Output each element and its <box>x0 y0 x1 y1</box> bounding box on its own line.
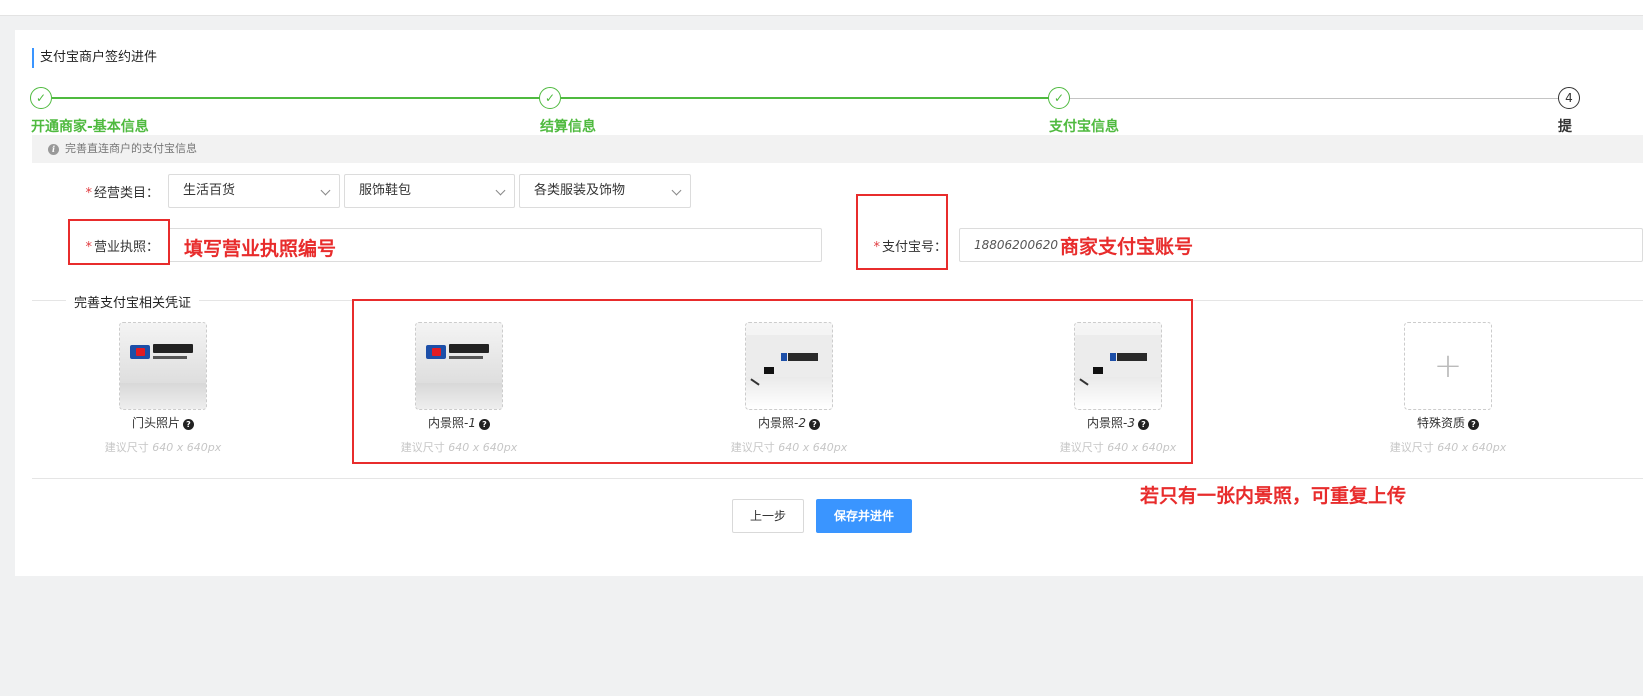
step-1-check-icon: ✓ <box>30 87 52 109</box>
upload-label-text: 特殊资质 <box>1416 416 1465 430</box>
category-label: * 经营类目： <box>75 182 159 201</box>
storefront-photo-image <box>120 323 206 409</box>
question-icon[interactable]: ? <box>1468 419 1479 430</box>
category-select-1-value: 生活百货 <box>183 183 236 198</box>
step-3-check-icon: ✓ <box>1048 87 1070 109</box>
category-select-3-value: 各类服装及饰物 <box>534 183 626 198</box>
question-icon[interactable]: ? <box>183 419 194 430</box>
size-hint: 建议尺寸 640 x 640px <box>1389 441 1507 454</box>
top-bar <box>0 0 1643 16</box>
section-title: 完善支付宝相关凭证 <box>66 292 200 311</box>
page-title: 支付宝商户签约进件 <box>32 48 157 68</box>
upload-label-special: 特殊资质? <box>1368 414 1528 431</box>
prev-step-button[interactable]: 上一步 <box>732 499 804 533</box>
chevron-down-icon <box>495 185 506 196</box>
upload-label-storefront: 门头照片? <box>83 414 243 431</box>
step-connector <box>1070 98 1559 99</box>
step-2-label: 结算信息 <box>540 119 596 135</box>
category-select-1[interactable]: 生活百货 <box>168 174 340 208</box>
special-qualification-upload[interactable]: + <box>1404 322 1492 410</box>
annotation-license-note: 填写营业执照编号 <box>184 238 337 260</box>
step-connector <box>561 97 1050 99</box>
step-4-label: 提 <box>1558 119 1572 135</box>
annotation-upload-note: 若只有一张内景照，可重复上传 <box>1140 485 1407 507</box>
chevron-down-icon <box>320 185 331 196</box>
step-2-check-icon: ✓ <box>539 87 561 109</box>
category-select-3[interactable]: 各类服装及饰物 <box>519 174 691 208</box>
info-icon: i <box>48 144 59 155</box>
step-4-number-icon: 4 <box>1558 87 1580 109</box>
annotation-box-interior-uploads <box>352 299 1193 464</box>
category-label-text: 经营类目： <box>93 186 159 201</box>
plus-icon: + <box>1433 346 1463 386</box>
chevron-down-icon <box>671 185 682 196</box>
category-select-2[interactable]: 服饰鞋包 <box>344 174 515 208</box>
annotation-box-alipay-label <box>856 194 948 270</box>
step-3-label: 支付宝信息 <box>1049 119 1119 135</box>
upload-label-text: 门头照片 <box>131 416 180 430</box>
annotation-alipay-note: 商家支付宝账号 <box>1060 236 1194 258</box>
bottom-divider <box>32 478 1643 479</box>
size-hint: 建议尺寸 640 x 640px <box>104 441 222 454</box>
notice-bar: i 完善直连商户的支付宝信息 <box>32 135 1643 163</box>
annotation-box-license-label <box>68 219 170 265</box>
category-select-2-value: 服饰鞋包 <box>359 183 412 198</box>
save-and-submit-button[interactable]: 保存并进件 <box>816 499 912 533</box>
step-1-label: 开通商家-基本信息 <box>31 119 149 135</box>
storefront-photo-upload[interactable] <box>119 322 207 410</box>
required-mark: * <box>85 186 92 201</box>
notice-text: 完善直连商户的支付宝信息 <box>65 142 197 155</box>
step-connector <box>52 97 541 99</box>
